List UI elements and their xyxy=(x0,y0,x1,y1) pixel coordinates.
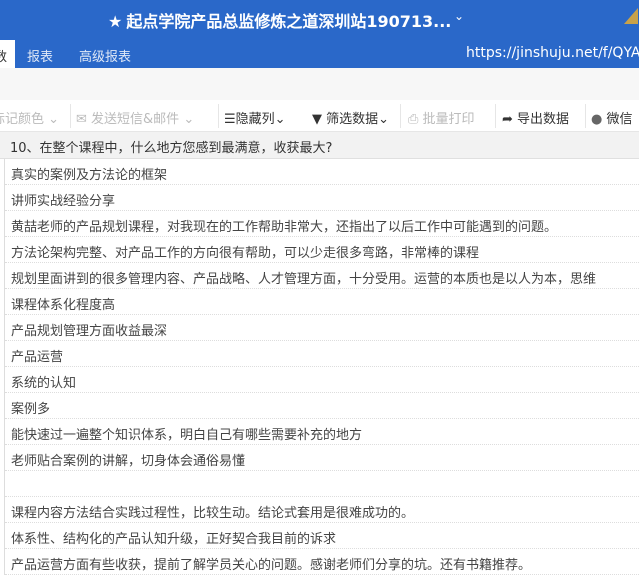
filter-icon: ▼ xyxy=(312,112,322,127)
form-url[interactable]: https://jinshuju.net/f/QYA xyxy=(466,45,639,61)
title-bar: ★ 起点学院产品总监修炼之道深圳站190713... ⌄ xyxy=(0,0,639,40)
send-sms-email-button[interactable]: ✉ 发送短信&邮件 ⌄ xyxy=(76,108,194,127)
tab-advanced-reports[interactable]: 高级报表 xyxy=(79,46,131,65)
table-row[interactable]: 体系性、结构化的产品认知升级，正好契合我目前的诉求 xyxy=(5,523,639,549)
star-icon[interactable]: ★ xyxy=(108,12,122,31)
print-icon: ⎙ xyxy=(408,112,419,127)
chevron-down-icon[interactable]: ⌄ xyxy=(454,9,464,23)
table-row[interactable]: 课程内容方法结合实践过程性，比较生动。结论式套用是很难成功的。 xyxy=(5,497,639,523)
mark-color-button[interactable]: 标记颜色 ⌄ xyxy=(0,108,59,127)
spacer xyxy=(0,68,639,100)
hide-columns-button[interactable]: ☰隐藏列⌄ xyxy=(224,108,286,127)
batch-print-button[interactable]: ⎙ 批量打印 xyxy=(408,108,475,127)
table-row[interactable]: 产品规划管理方面收益最深 xyxy=(5,315,639,341)
wechat-icon: ● xyxy=(591,112,603,127)
table-row[interactable]: 讲师实战经验分享 xyxy=(5,185,639,211)
list-icon: ☰ xyxy=(224,112,236,127)
column-header[interactable]: 10、在整个课程中，什么地方您感到最满意，收获最大? xyxy=(0,132,639,159)
toolbar: 标记颜色 ⌄ ✉ 发送短信&邮件 ⌄ ☰隐藏列⌄ ▼ 筛选数据⌄ ⎙ 批量打印 … xyxy=(0,100,639,132)
mail-icon: ✉ xyxy=(76,112,87,127)
table-row[interactable]: 能快速过一遍整个知识体系，明白自己有哪些需要补充的地方 xyxy=(5,419,639,445)
tab-data[interactable]: 数据 xyxy=(0,40,15,68)
form-title[interactable]: ★ 起点学院产品总监修炼之道深圳站190713... xyxy=(108,8,451,32)
table-body: 真实的案例及方法论的框架 讲师实战经验分享 黄喆老师的产品规划课程，对我现在的工… xyxy=(4,159,639,575)
table-row[interactable]: 产品运营方面有些收获，提前了解学员关心的问题。感谢老师们分享的坑。还有书籍推荐。 xyxy=(5,549,639,575)
wechat-button[interactable]: ● 微信 xyxy=(591,108,633,127)
table-row[interactable]: 规划里面讲到的很多管理内容、产品战略、人才管理方面，十分受用。运营的本质也是以人… xyxy=(5,263,639,289)
table-row[interactable]: 真实的案例及方法论的框架 xyxy=(5,159,639,185)
table-row[interactable]: 黄喆老师的产品规划课程，对我现在的工作帮助非常大，还指出了以后工作中可能遇到的问… xyxy=(5,211,639,237)
table-row[interactable]: 案例多 xyxy=(5,393,639,419)
table-row[interactable] xyxy=(5,471,639,497)
table-row[interactable]: 产品运营 xyxy=(5,341,639,367)
logo-icon xyxy=(624,8,638,24)
export-data-button[interactable]: ➦ 导出数据 xyxy=(502,108,569,127)
table-row[interactable]: 老师贴合案例的讲解，切身体会通俗易懂 xyxy=(5,445,639,471)
table-row[interactable]: 系统的认知 xyxy=(5,367,639,393)
tab-reports[interactable]: 报表 xyxy=(27,46,53,65)
table-row[interactable]: 方法论架构完整、对产品工作的方向很有帮助，可以少走很多弯路，非常棒的课程 xyxy=(5,237,639,263)
table-row[interactable]: 课程体系化程度高 xyxy=(5,289,639,315)
tab-bar: 数据 报表 高级报表 https://jinshuju.net/f/QYA xyxy=(0,40,639,68)
filter-data-button[interactable]: ▼ 筛选数据⌄ xyxy=(312,108,389,127)
share-arrow-icon: ➦ xyxy=(502,112,513,127)
